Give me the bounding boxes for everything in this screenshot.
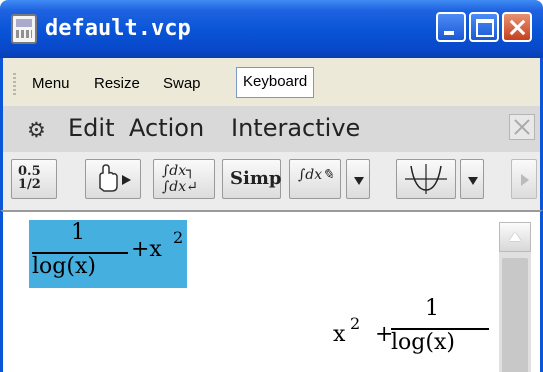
gear-icon[interactable]: ⚙ bbox=[27, 118, 46, 142]
calculator-icon bbox=[11, 14, 37, 44]
integral-pen-icon: ∫dx✎ bbox=[298, 167, 334, 183]
drag-drop-button[interactable] bbox=[85, 159, 141, 199]
close-button[interactable] bbox=[502, 12, 532, 42]
close-panel-icon[interactable] bbox=[509, 114, 535, 140]
menu-action[interactable]: Action bbox=[129, 114, 204, 142]
scroll-thumb[interactable] bbox=[502, 258, 528, 372]
menu-item-resize[interactable]: Resize bbox=[94, 75, 140, 92]
vertical-scrollbar[interactable] bbox=[499, 222, 531, 372]
input-exponent: 2 bbox=[173, 228, 184, 247]
output-numerator: 1 bbox=[425, 296, 439, 321]
graph-button[interactable] bbox=[396, 159, 456, 199]
output-base: x bbox=[333, 322, 346, 347]
integral-transform-button[interactable]: ∫dx┐ ∫dx↵ bbox=[153, 159, 215, 199]
input-numerator: 1 bbox=[71, 220, 85, 245]
command-bar: ⚙ Edit Action Interactive bbox=[0, 106, 543, 152]
integral-pen-button[interactable]: ∫dx✎ bbox=[289, 159, 341, 199]
minimize-button[interactable] bbox=[436, 12, 466, 42]
dropdown-arrow-2[interactable] bbox=[460, 159, 484, 199]
chevron-right-icon bbox=[521, 174, 529, 186]
toolbar: 0.5 1/2 ∫dx┐ ∫dx↵ Simp ∫dx✎ bbox=[0, 152, 543, 210]
grip-handle-icon[interactable] bbox=[13, 73, 16, 95]
menu-item-swap[interactable]: Swap bbox=[163, 75, 201, 92]
convert-icon: 0.5 1/2 bbox=[18, 165, 56, 191]
menu-item-menu[interactable]: Menu bbox=[32, 75, 70, 92]
chevron-down-icon bbox=[468, 177, 478, 185]
maximize-button[interactable] bbox=[469, 12, 499, 42]
toolbar-scroll-right-button[interactable] bbox=[511, 159, 537, 199]
chevron-down-icon bbox=[354, 177, 364, 185]
hand-pointer-icon bbox=[99, 164, 131, 192]
window-title: default.vcp bbox=[45, 16, 191, 41]
simp-label: Simp bbox=[230, 168, 282, 189]
fraction-decimal-toggle-button[interactable]: 0.5 1/2 bbox=[11, 159, 57, 199]
dropdown-arrow-1[interactable] bbox=[346, 159, 370, 199]
graph-icon bbox=[405, 164, 447, 194]
menu-item-keyboard[interactable]: Keyboard bbox=[236, 67, 315, 98]
output-exponent: 2 bbox=[350, 314, 361, 333]
output-expression[interactable]: x 2 + 1 log(x) bbox=[333, 296, 493, 372]
input-denominator: log(x) bbox=[32, 254, 96, 279]
integral-icon: ∫dx┐ ∫dx↵ bbox=[162, 163, 198, 195]
scroll-up-button[interactable] bbox=[499, 222, 531, 252]
menu-interactive[interactable]: Interactive bbox=[231, 114, 360, 142]
title-bar[interactable]: default.vcp bbox=[0, 0, 543, 58]
convert-frac: 1/2 bbox=[18, 177, 41, 192]
input-expression[interactable]: 1 log(x) +x 2 bbox=[29, 220, 187, 288]
app-window: default.vcp Menu Resize Swap Keyboard ⚙ … bbox=[0, 0, 543, 372]
output-denominator: log(x) bbox=[391, 330, 455, 355]
menu-edit[interactable]: Edit bbox=[68, 114, 114, 142]
simp-button[interactable]: Simp bbox=[222, 159, 281, 199]
input-plus-term: +x bbox=[131, 237, 162, 262]
work-area[interactable]: 1 log(x) +x 2 x 2 + 1 log(x) bbox=[0, 210, 543, 372]
menu-bar: Menu Resize Swap Keyboard bbox=[0, 58, 543, 106]
